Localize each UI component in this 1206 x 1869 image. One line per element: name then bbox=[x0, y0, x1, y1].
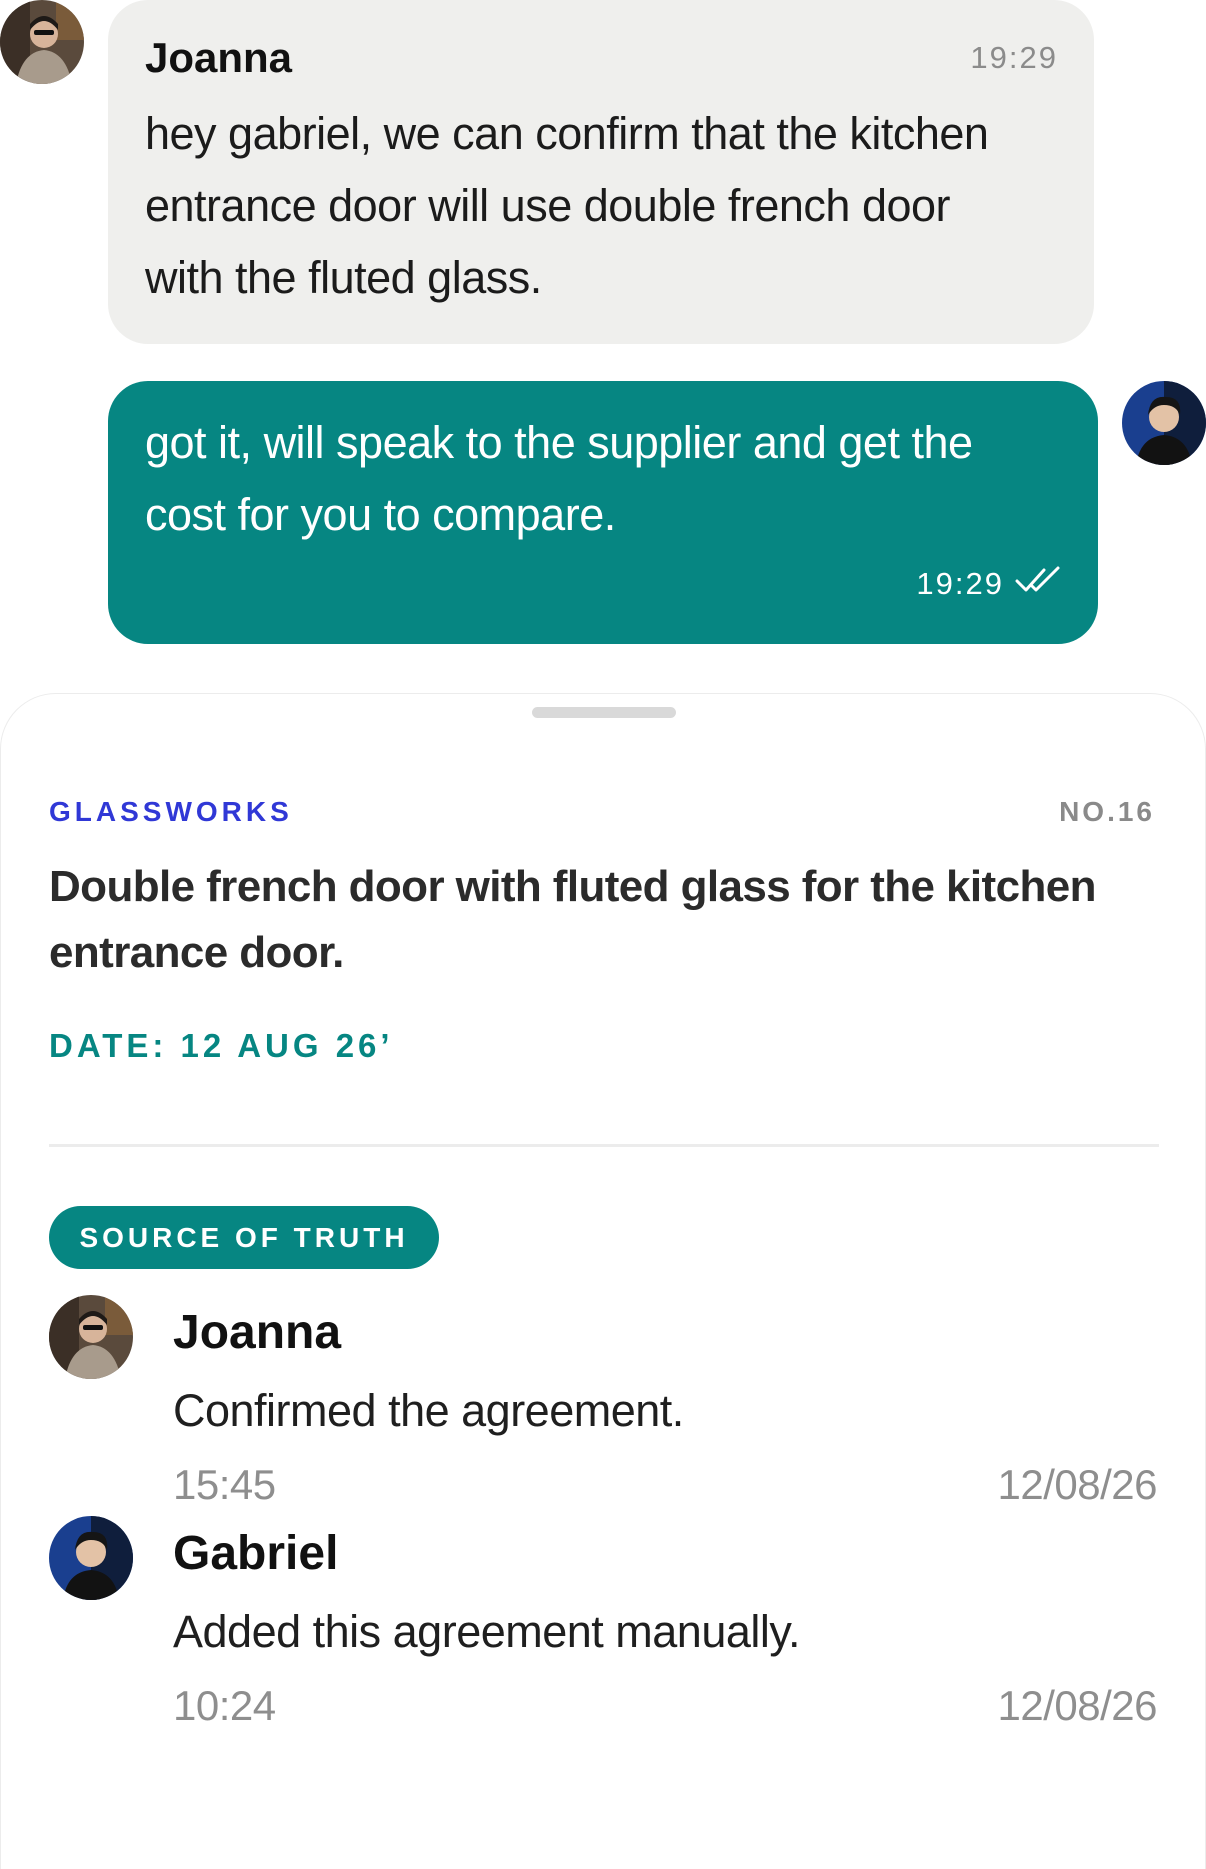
agreement-vendor[interactable]: GLASSWORKS bbox=[49, 796, 293, 828]
entry-description: Confirmed the agreement. bbox=[173, 1385, 684, 1436]
joanna-avatar[interactable] bbox=[49, 1295, 133, 1379]
entry-author-name: Joanna bbox=[173, 1306, 342, 1359]
joanna-avatar[interactable] bbox=[0, 0, 84, 84]
gabriel-avatar-image bbox=[49, 1516, 133, 1600]
agreement-title: Double french door with fluted glass for… bbox=[49, 862, 1096, 977]
message-timestamp: 19:29 bbox=[970, 40, 1058, 75]
sheet-drag-handle[interactable] bbox=[532, 707, 676, 718]
message-timestamp: 19:29 bbox=[916, 566, 1004, 601]
divider bbox=[49, 1144, 1159, 1147]
double-check-icon bbox=[1014, 565, 1062, 603]
agreement-sheet: GLASSWORKS NO.16 Double french door with… bbox=[0, 693, 1206, 1869]
history-entry: Gabriel Added this agreement manually. 1… bbox=[1, 1516, 1206, 1746]
source-of-truth-badge: SOURCE OF TRUTH bbox=[49, 1206, 439, 1269]
entry-description: Added this agreement manually. bbox=[173, 1606, 801, 1657]
message-meta: 19:29 bbox=[916, 565, 1062, 603]
message-sender-name: Joanna bbox=[145, 34, 293, 81]
entry-author-name: Gabriel bbox=[173, 1527, 339, 1580]
gabriel-avatar[interactable] bbox=[49, 1516, 133, 1600]
gabriel-avatar[interactable] bbox=[1122, 381, 1206, 465]
message-text: got it, will speak to the supplier and g… bbox=[145, 417, 973, 540]
history-entry: Joanna Confirmed the agreement. 15:45 12… bbox=[1, 1295, 1206, 1525]
entry-date: 12/08/26 bbox=[997, 1461, 1158, 1508]
entry-time: 10:24 bbox=[173, 1682, 276, 1729]
joanna-avatar-image bbox=[0, 0, 84, 84]
agreement-number: NO.16 bbox=[1059, 796, 1155, 827]
entry-date: 12/08/26 bbox=[997, 1682, 1158, 1729]
entry-time: 15:45 bbox=[173, 1461, 276, 1508]
outgoing-message-bubble[interactable]: got it, will speak to the supplier and g… bbox=[108, 381, 1098, 644]
gabriel-avatar-image bbox=[1122, 381, 1206, 465]
joanna-avatar-image bbox=[49, 1295, 133, 1379]
message-text: hey gabriel, we can confirm that the kit… bbox=[145, 108, 989, 303]
agreement-date: DATE: 12 AUG 26’ bbox=[49, 1027, 394, 1064]
incoming-message-bubble[interactable]: Joanna 19:29 hey gabriel, we can confirm… bbox=[108, 0, 1094, 344]
